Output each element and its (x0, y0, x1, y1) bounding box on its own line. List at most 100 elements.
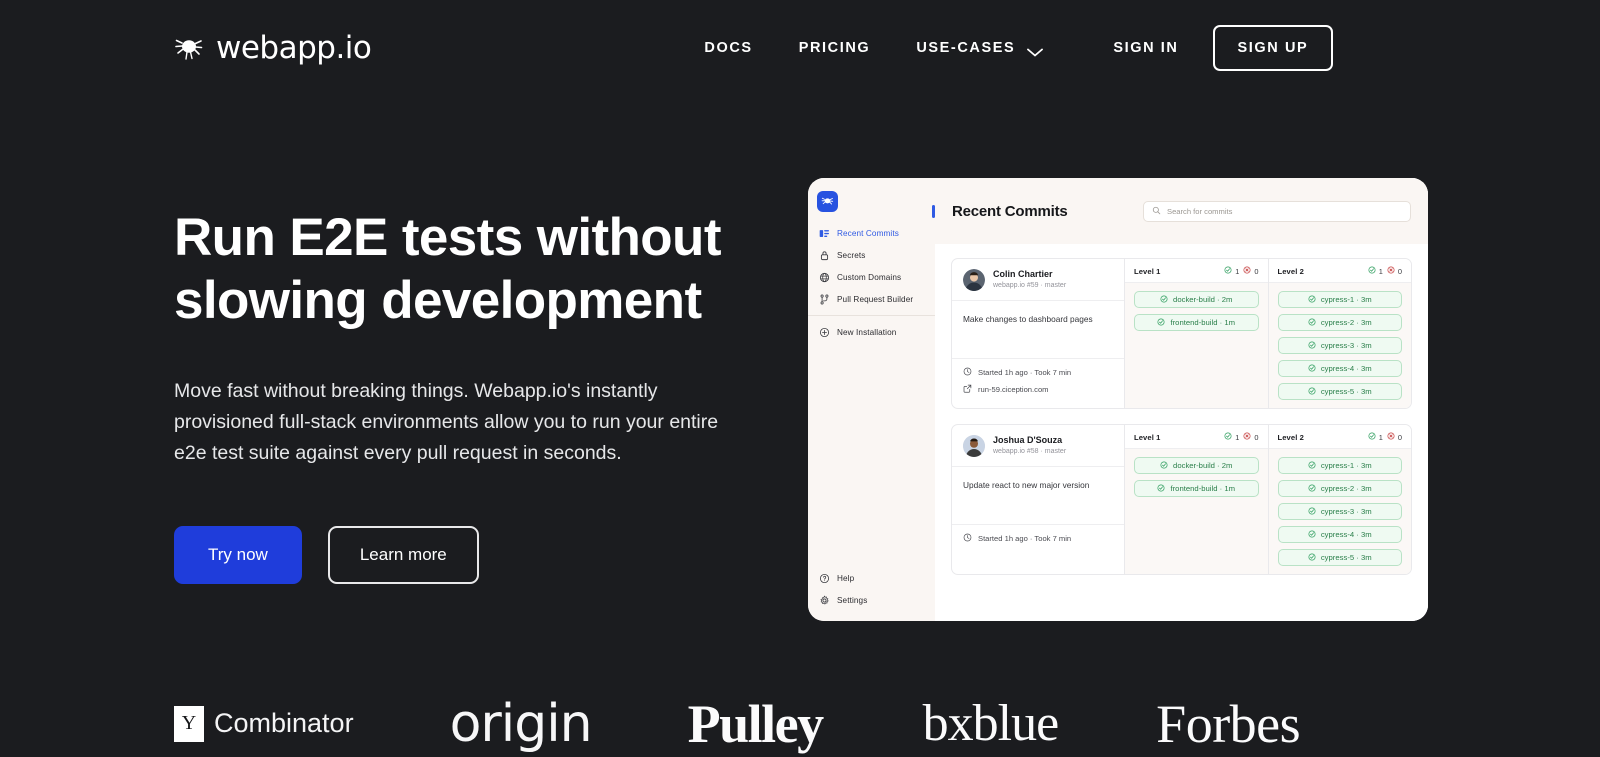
sign-in-link[interactable]: SIGN IN (1113, 40, 1178, 56)
commit-card[interactable]: Joshua D'Souza webapp.io #58 · master Up… (951, 424, 1412, 575)
logo-origin: origin (449, 693, 593, 754)
failed-count: 0 (1254, 432, 1259, 442)
webapp-spider-logo-icon (817, 191, 838, 212)
commits-list: Colin Chartier webapp.io #59 · master Ma… (935, 244, 1428, 621)
commit-author-name: Colin Chartier (993, 269, 1053, 279)
commit-author-row: Joshua D'Souza webapp.io #58 · master (952, 425, 1124, 467)
task-chip[interactable]: docker-build · 2m (1134, 291, 1259, 308)
commit-card[interactable]: Colin Chartier webapp.io #59 · master Ma… (951, 258, 1412, 409)
failed-count: 0 (1397, 266, 1402, 276)
x-circle-icon (1387, 266, 1395, 276)
top-navigation-bar: webapp.io DOCS PRICING USE-CASES SIGN IN… (0, 0, 1600, 96)
task-label: frontend-build · 1m (1170, 484, 1236, 493)
task-chip[interactable]: cypress-2 · 3m (1277, 314, 1402, 331)
commit-levels: Level 1 1 0 docker-build · 2m frontend-b… (1124, 425, 1411, 574)
level-stats: 1 0 (1368, 432, 1402, 442)
task-chip[interactable]: cypress-4 · 3m (1277, 526, 1402, 543)
check-circle-icon (1308, 294, 1316, 305)
task-chip[interactable]: cypress-2 · 3m (1277, 480, 1402, 497)
commit-meta: webapp.io #58 · master (993, 448, 1067, 455)
task-label: cypress-4 · 3m (1320, 364, 1372, 373)
nav-link-use-cases[interactable]: USE-CASES (916, 40, 1044, 57)
task-label: cypress-5 · 3m (1320, 553, 1372, 562)
sign-up-button[interactable]: SIGN UP (1212, 25, 1334, 71)
y-combinator-wordmark: Combinator (214, 708, 354, 738)
check-circle-icon (1224, 266, 1232, 276)
nav-link-pricing[interactable]: PRICING (799, 40, 871, 56)
task-chip[interactable]: docker-build · 2m (1134, 457, 1259, 474)
app-sidebar-nav: Recent Commits Secrets Custom Domains Pu… (808, 222, 935, 343)
try-now-button[interactable]: Try now (174, 526, 302, 584)
sidebar-active-indicator (932, 205, 935, 218)
task-chip[interactable]: frontend-build · 1m (1134, 314, 1259, 331)
hero-section: Run E2E tests without slowing developmen… (174, 206, 774, 584)
hero-title-line-2: slowing development (174, 271, 702, 330)
failed-stat: 0 (1387, 266, 1402, 276)
commit-author-info: Joshua D'Souza webapp.io #58 · master (993, 434, 1066, 457)
check-circle-icon (1157, 483, 1165, 494)
task-label: cypress-4 · 3m (1320, 530, 1372, 539)
level-name: Level 1 (1134, 432, 1161, 442)
task-chip[interactable]: cypress-1 · 3m (1277, 457, 1402, 474)
product-screenshot-panel: Recent Commits Secrets Custom Domains Pu… (808, 178, 1428, 621)
clock-icon (963, 533, 972, 544)
task-chip[interactable]: cypress-3 · 3m (1277, 337, 1402, 354)
check-circle-icon (1308, 483, 1316, 494)
task-chip[interactable]: frontend-build · 1m (1134, 480, 1259, 497)
sidebar-item-label: Custom Domains (837, 272, 902, 282)
hero-subtitle: Move fast without breaking things. Webap… (174, 380, 719, 464)
task-chip[interactable]: cypress-1 · 3m (1277, 291, 1402, 308)
lock-icon (819, 250, 830, 261)
nav-link-docs[interactable]: DOCS (704, 40, 752, 56)
check-circle-icon (1308, 460, 1316, 471)
task-label: docker-build · 2m (1173, 461, 1233, 470)
commit-author-name: Joshua D'Souza (993, 435, 1063, 445)
task-label: cypress-2 · 3m (1320, 484, 1372, 493)
avatar (963, 268, 985, 291)
level-name: Level 2 (1277, 266, 1304, 276)
list-icon (819, 228, 830, 239)
clock-icon (963, 367, 972, 378)
nav-links: DOCS PRICING USE-CASES (704, 40, 1044, 57)
failed-count: 0 (1397, 432, 1402, 442)
sidebar-item-new-installation[interactable]: New Installation (808, 321, 935, 343)
sidebar-item-recent-commits[interactable]: Recent Commits (808, 222, 935, 244)
level-name: Level 1 (1134, 266, 1161, 276)
task-label: frontend-build · 1m (1170, 318, 1236, 327)
app-main-area: Recent Commits Search for commits Colin … (935, 178, 1428, 621)
logo-pulley: Pulley (687, 693, 825, 754)
commit-url-row[interactable]: run-59.ciception.com (963, 384, 1113, 395)
task-label: docker-build · 2m (1173, 295, 1233, 304)
gear-icon (819, 595, 830, 606)
brand-logo[interactable]: webapp.io (174, 30, 372, 66)
task-chip[interactable]: cypress-4 · 3m (1277, 360, 1402, 377)
sidebar-item-settings[interactable]: Settings (808, 589, 935, 611)
passed-count: 1 (1378, 266, 1383, 276)
level-header: Level 2 1 0 (1268, 259, 1411, 283)
search-input[interactable]: Search for commits (1143, 200, 1411, 222)
check-circle-icon (1308, 363, 1316, 374)
task-chip[interactable]: cypress-5 · 3m (1277, 383, 1402, 400)
learn-more-button[interactable]: Learn more (327, 526, 479, 584)
search-icon (1152, 202, 1161, 220)
sidebar-item-secrets[interactable]: Secrets (808, 244, 935, 266)
sidebar-item-custom-domains[interactable]: Custom Domains (808, 266, 935, 288)
task-chip[interactable]: cypress-3 · 3m (1277, 503, 1402, 520)
sidebar-item-pull-request-builder[interactable]: Pull Request Builder (808, 288, 935, 310)
sidebar-item-label: Settings (837, 595, 868, 605)
sidebar-item-help[interactable]: Help (808, 567, 935, 589)
app-sidebar: Recent Commits Secrets Custom Domains Pu… (808, 178, 935, 621)
task-chip[interactable]: cypress-5 · 3m (1277, 549, 1402, 566)
app-logo-badge (817, 191, 838, 212)
commit-author-row: Colin Chartier webapp.io #59 · master (952, 259, 1124, 301)
x-circle-icon (1387, 432, 1395, 442)
check-circle-icon (1157, 317, 1165, 328)
check-circle-icon (1224, 432, 1232, 442)
search-placeholder: Search for commits (1167, 206, 1233, 216)
level-column: Level 2 1 0 cypress-1 · 3m cypress-2 · 3… (1267, 425, 1411, 574)
commit-timing-row: Started 1h ago · Took 7 min (963, 533, 1113, 544)
passed-stat: 1 (1224, 432, 1239, 442)
level-tasks: cypress-1 · 3m cypress-2 · 3m cypress-3 … (1268, 283, 1411, 408)
failed-stat: 0 (1243, 266, 1259, 276)
check-circle-icon (1308, 506, 1316, 517)
